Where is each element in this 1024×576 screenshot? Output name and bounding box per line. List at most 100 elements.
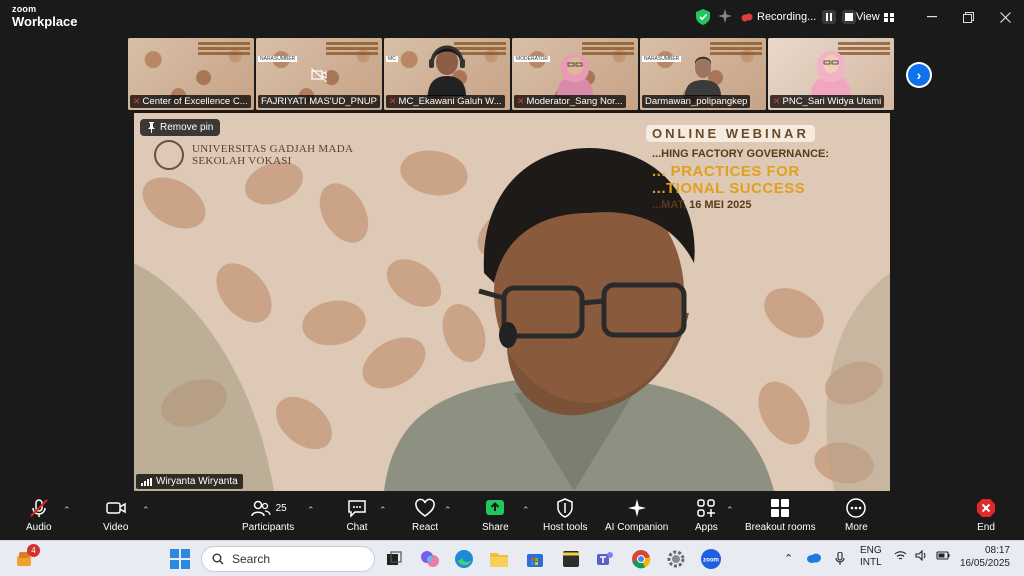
participant-tile[interactable]: NARASUMBER FAJRIYATI MAS'UD_PNUP [256,38,382,110]
webinar-title: ONLINE WEBINAR [646,125,815,142]
ai-sparkle-icon[interactable] [718,9,732,23]
microphone-tray-icon[interactable] [835,551,845,569]
end-button[interactable]: End [975,497,997,533]
participant-tile[interactable]: ✕ PNC_Sari Widya Utami [768,38,894,110]
participant-tile[interactable]: MODERATOR ✕ Moderator_Sang Nor... [512,38,638,110]
notification-badge: 4 [27,544,40,557]
cloud-record-icon [741,13,753,22]
audio-options-caret[interactable]: ⌃ [63,505,71,516]
participant-tile[interactable]: ✕ Center of Excellence C... [128,38,254,110]
view-label: View [856,11,880,23]
language-indicator[interactable]: ENG INTL [860,545,882,569]
taskbar-search[interactable]: Search [201,546,375,572]
participant-video [428,45,466,96]
wifi-icon [894,551,907,560]
system-tray-icons[interactable] [894,550,950,561]
ai-sparkle-icon [627,499,646,517]
host-tools-button[interactable]: Host tools [543,497,587,533]
store-icon[interactable] [523,547,547,571]
more-button[interactable]: More [845,497,868,533]
edge-browser-icon[interactable] [452,547,476,571]
onedrive-cloud-icon[interactable] [806,552,822,566]
participant-name: ✕ MC_Ekawani Galuh W... [386,95,505,108]
role-tag: NARASUMBER [642,56,682,62]
gallery-next-button[interactable]: › [906,62,932,88]
end-meeting-icon [977,499,995,517]
participant-name-text: MC_Ekawani Galuh W... [398,96,502,107]
speaker-name-label: Wiryanta Wiryanta [136,474,243,489]
start-windows-icon[interactable] [168,547,192,571]
chat-button[interactable]: Chat [346,497,368,533]
ai-companion-button[interactable]: AI Companion [605,497,668,533]
participant-tile[interactable]: MC ✕ MC_Ekawani Galuh W... [384,38,510,110]
pause-recording-button[interactable] [822,10,837,24]
close-button[interactable] [996,8,1014,26]
restore-button[interactable] [959,8,977,26]
ugm-logo: UNIVERSITAS GADJAH MADA SEKOLAH VOKASI [154,140,353,170]
settings-gear-icon[interactable] [664,547,688,571]
stop-recording-button[interactable] [842,10,857,24]
chat-options-caret[interactable]: ⌃ [379,505,387,516]
apps-options-caret[interactable]: ⌃ [726,505,734,516]
video-options-caret[interactable]: ⌃ [142,505,150,516]
video-camera-icon [105,502,126,514]
role-tag: MODERATOR [514,56,551,62]
sticky-notes-icon[interactable] [559,547,583,571]
task-view-icon[interactable] [382,547,406,571]
breakout-rooms-label: Breakout rooms [745,522,816,533]
zoom-app-icon[interactable]: zoom [699,547,723,571]
minimize-icon [927,16,937,18]
participant-name-text: PNC_Sari Widya Utami [782,96,882,107]
remove-pin-label: Remove pin [160,122,214,133]
folder-graphic [490,553,508,567]
view-button[interactable]: View [856,11,894,23]
grid-view-icon [883,12,894,22]
webinar-line2: ...HING FACTORY GOVERNANCE: [652,148,830,160]
search-placeholder: Search [232,552,271,566]
participant-name-text: FAJRIYATI MAS'UD_PNUP [261,96,378,107]
audio-button[interactable]: Audio [26,497,52,533]
muted-mic-icon: ✕ [133,96,141,106]
pinned-speaker-video[interactable]: Remove pin UNIVERSITAS GADJAH MADA SEKOL… [134,113,890,491]
remove-pin-button[interactable]: Remove pin [140,119,221,136]
apps-button[interactable]: Apps [695,497,718,533]
participant-name: ✕ PNC_Sari Widya Utami [770,95,885,108]
pin-icon [148,122,155,133]
participant-tile[interactable]: NARASUMBER Darmawan_polipangkep [640,38,766,110]
taskbar-clock[interactable]: 08:17 16/05/2025 [958,544,1010,570]
react-button[interactable]: React [412,497,438,533]
copilot-graphic [421,551,439,567]
react-options-caret[interactable]: ⌃ [444,505,452,516]
mic-muted-icon [30,499,48,517]
share-options-caret[interactable]: ⌃ [522,505,530,516]
apps-icon [697,499,716,517]
show-hidden-icons[interactable]: ⌃ [784,552,793,565]
role-tag: MC [386,56,398,62]
video-button[interactable]: Video [103,497,128,533]
share-label: Share [482,522,509,533]
teams-icon[interactable] [593,547,617,571]
chat-label: Chat [346,522,368,533]
brand-line1: zoom [12,4,37,14]
edge-graphic [455,550,473,568]
file-explorer-icon[interactable] [487,547,511,571]
participant-name: ✕ Moderator_Sang Nor... [514,95,626,108]
chevron-right-icon: › [908,64,930,86]
participant-name-text: Moderator_Sang Nor... [526,96,623,107]
heart-icon [415,498,435,517]
close-icon [999,11,1011,23]
breakout-rooms-button[interactable]: Breakout rooms [745,497,816,533]
minimize-button[interactable] [923,8,941,26]
share-button[interactable]: Share [482,497,509,533]
recording-indicator: Recording... [741,10,857,24]
participants-options-caret[interactable]: ⌃ [307,505,315,516]
participant-video [685,56,721,96]
webinar-line3: ... PRACTICES FOR [652,163,800,180]
chrome-icon[interactable] [629,547,653,571]
participant-name: Darmawan_polipangkep [642,95,751,108]
copilot-icon[interactable] [418,547,442,571]
participants-button[interactable]: 25 Participants [242,497,294,533]
participant-video [557,54,593,96]
security-shield-icon[interactable] [696,9,710,25]
chrome-graphic [632,550,651,569]
